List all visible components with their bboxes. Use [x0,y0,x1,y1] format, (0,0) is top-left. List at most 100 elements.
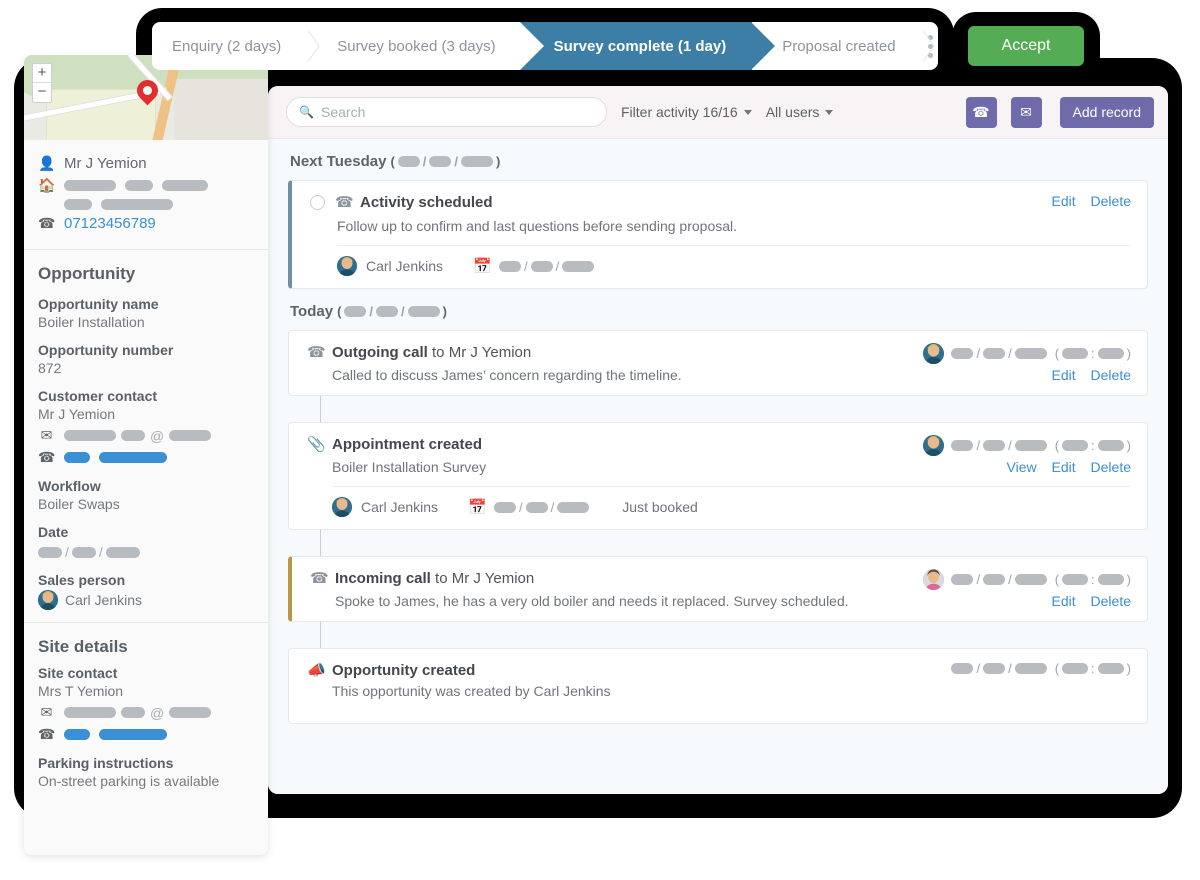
activity-window: 🔍 Filter activity 16/16 All users ☎ ✉ Ad… [268,86,1168,794]
card-title: 📣 Opportunity created [307,661,951,679]
activity-card-incoming-call[interactable]: ☎ Incoming call to Mr J Yemion [288,556,1148,622]
delete-link[interactable]: Delete [1091,193,1131,209]
card-footer-date-redacted: / / [494,500,589,515]
card-links: Edit Delete [1041,193,1131,209]
field-value-workflow: Boiler Swaps [38,496,254,512]
workflow-step-enquiry[interactable]: Enquiry (2 days) [152,22,307,70]
workflow-step-survey-complete[interactable]: Survey complete (1 day) [520,22,753,70]
redacted-phone-part [99,729,167,740]
card-meta: / / ( : ) [923,343,1131,364]
calendar-icon: 📅 [468,498,485,516]
sidebar-contact-block: 👤 Mr J Yemion 🏠 ☎ 07123456789 [24,140,268,249]
card-datetime-redacted: / / ( : ) [951,346,1131,361]
phone-icon: ☎ [38,449,55,466]
workflow-step-label: Survey booked (3 days) [337,38,495,55]
card-title: ☎ Incoming call to Mr J Yemion [310,569,923,587]
day-group-date-redacted: ( / / ) [390,154,500,169]
card-title-text: Outgoing call [332,344,428,361]
sidebar-phone-number[interactable]: 07123456789 [64,215,156,232]
chevron-arrow-icon [751,22,775,70]
card-datetime-redacted: / / ( : ) [951,661,1131,676]
sidebar-opportunity-block: Opportunity Opportunity name Boiler Inst… [24,249,268,622]
card-title-suffix: to Mr J Yemion [432,344,531,361]
avatar [923,569,944,590]
edit-link[interactable]: Edit [1052,367,1076,383]
card-actions: / / ( : ) Edit Delete [923,343,1131,383]
complete-checkbox[interactable] [310,195,325,210]
view-link[interactable]: View [1007,459,1037,475]
redacted-email-part [169,707,211,718]
sidebar-address-row-1: 🏠 [38,177,254,194]
date-separator: / [65,544,69,560]
edit-link[interactable]: Edit [1052,193,1076,209]
sidebar-opportunity-heading: Opportunity [38,264,254,284]
filter-activity-dropdown[interactable]: Filter activity 16/16 [621,104,752,120]
redacted-address-part [101,199,173,210]
sidebar-site-block: Site details Site contact Mrs T Yemion ✉… [24,622,268,801]
map-zoom-out-button[interactable]: − [33,83,51,102]
field-value-customer-contact: Mr J Yemion [38,406,254,422]
day-group-date-redacted: ( / / ) [337,304,447,319]
delete-link[interactable]: Delete [1091,367,1131,383]
day-group-label: Next Tuesday [290,153,386,170]
delete-link[interactable]: Delete [1091,593,1131,609]
field-value-parking: On-street parking is available [38,773,254,789]
activity-card-outgoing-call[interactable]: ☎ Outgoing call to Mr J Yemion [288,330,1148,396]
phone-icon: ☎ [38,726,55,743]
field-label-opportunity-name: Opportunity name [38,296,254,312]
activity-card-appointment-created[interactable]: 📎 Appointment created [288,422,1148,530]
sales-person-name: Carl Jenkins [65,592,142,608]
all-users-label: All users [766,104,820,120]
sidebar-phone-row[interactable]: ☎ 07123456789 [38,215,254,232]
card-actions: Edit Delete [1041,193,1131,209]
timeline-connector [320,530,321,556]
field-value-date-redacted: / / [38,544,254,560]
card-title: ☎ Outgoing call to Mr J Yemion [307,343,923,361]
edit-link[interactable]: Edit [1052,459,1076,475]
field-label-customer-contact: Customer contact [38,388,254,404]
chevron-notch-icon [520,22,544,70]
at-symbol: @ [150,428,164,444]
send-email-button[interactable]: ✉ [1011,97,1042,128]
card-datetime-redacted: / / ( : ) [951,572,1131,587]
workflow-step-label: Proposal created [782,38,895,55]
card-title-text: Activity scheduled [360,194,493,211]
card-actions: / / ( : ) [951,661,1131,676]
edit-link[interactable]: Edit [1052,593,1076,609]
paperclip-icon: 📎 [307,435,324,453]
avatar [923,343,944,364]
megaphone-icon: 📣 [307,661,324,679]
customer-email-row: ✉ @ [38,427,254,444]
accept-button[interactable]: Accept [968,26,1084,66]
search-icon: 🔍 [299,105,314,119]
redacted-phone-part [99,452,167,463]
workflow-step-survey-booked[interactable]: Survey booked (3 days) [307,22,521,70]
card-meta: / / ( : ) [951,661,1131,676]
field-label-sales-person: Sales person [38,572,254,588]
map-zoom-in-button[interactable]: + [33,64,51,83]
date-separator: / [99,544,103,560]
all-users-dropdown[interactable]: All users [766,104,834,120]
activity-card-opportunity-created[interactable]: 📣 Opportunity created / / ( : [288,648,1148,724]
log-call-button[interactable]: ☎ [966,97,997,128]
redacted-address-part [125,180,153,191]
delete-link[interactable]: Delete [1091,459,1131,475]
redacted-phone-part [64,729,90,740]
redacted-email-part [169,430,211,441]
redacted-date-part [38,547,62,558]
card-footer: Carl Jenkins 📅 / / [337,245,1131,276]
activity-card-scheduled[interactable]: ☎ Activity scheduled Edit Delete Follow … [288,180,1148,289]
at-symbol: @ [150,705,164,721]
envelope-icon: ✉ [38,704,55,721]
field-label-site-contact: Site contact [38,665,254,681]
workflow-step-proposal-created[interactable]: Proposal created [752,22,921,70]
redacted-date-part [72,547,96,558]
search-input[interactable] [286,97,607,127]
add-record-button[interactable]: Add record [1060,97,1154,128]
workflow-breadcrumb: Enquiry (2 days) Survey booked (3 days) … [152,22,938,70]
card-footer: Carl Jenkins 📅 / / Just booked [332,486,1131,517]
card-title-text: Opportunity created [332,662,475,679]
card-datetime-redacted: / / ( : ) [951,438,1131,453]
timeline-connector [320,622,321,648]
sidebar-contact-name: Mr J Yemion [64,155,147,172]
